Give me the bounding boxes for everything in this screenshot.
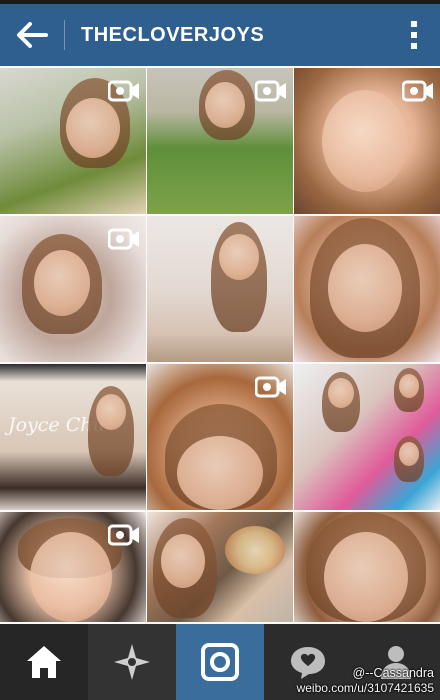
camera-icon — [201, 643, 239, 681]
video-camera-icon — [108, 524, 139, 546]
bottom-navigation: @--Cassandra weibo.com/u/3107421635 — [0, 624, 440, 700]
grid-tile[interactable] — [0, 512, 146, 622]
watermark-url: weibo.com/u/3107421635 — [296, 681, 434, 695]
grid-tile[interactable] — [147, 216, 293, 362]
grid-tile[interactable] — [294, 364, 440, 510]
grid-tile[interactable] — [147, 68, 293, 214]
nav-explore-button[interactable] — [88, 624, 176, 700]
app-header: THECLOVERJOYS — [0, 4, 440, 66]
explore-star-icon — [114, 644, 150, 680]
home-icon — [27, 646, 61, 678]
video-camera-icon — [255, 80, 286, 102]
grid-tile[interactable]: Joyce Chu — [0, 364, 146, 510]
grid-tile[interactable] — [147, 364, 293, 510]
grid-tile[interactable] — [0, 216, 146, 362]
video-camera-icon — [255, 376, 286, 398]
nav-home-button[interactable] — [0, 624, 88, 700]
back-button[interactable] — [0, 4, 64, 66]
arrow-left-icon — [17, 22, 48, 48]
watermark-username: @--Cassandra — [352, 666, 434, 680]
header-divider — [64, 20, 65, 50]
weibo-watermark: @--Cassandra weibo.com/u/3107421635 — [297, 666, 434, 696]
profile-username: THECLOVERJOYS — [81, 23, 265, 46]
video-camera-icon — [108, 228, 139, 250]
video-camera-icon — [108, 80, 139, 102]
grid-tile[interactable] — [294, 68, 440, 214]
nav-camera-button[interactable] — [176, 624, 264, 700]
video-camera-icon — [402, 80, 433, 102]
grid-tile[interactable] — [147, 512, 293, 622]
photo-grid: Joyce Chu — [0, 68, 440, 624]
more-options-button[interactable] — [388, 4, 440, 66]
more-vertical-icon — [411, 21, 417, 49]
grid-tile[interactable] — [294, 512, 440, 622]
grid-tile[interactable] — [0, 68, 146, 214]
grid-tile[interactable] — [294, 216, 440, 362]
